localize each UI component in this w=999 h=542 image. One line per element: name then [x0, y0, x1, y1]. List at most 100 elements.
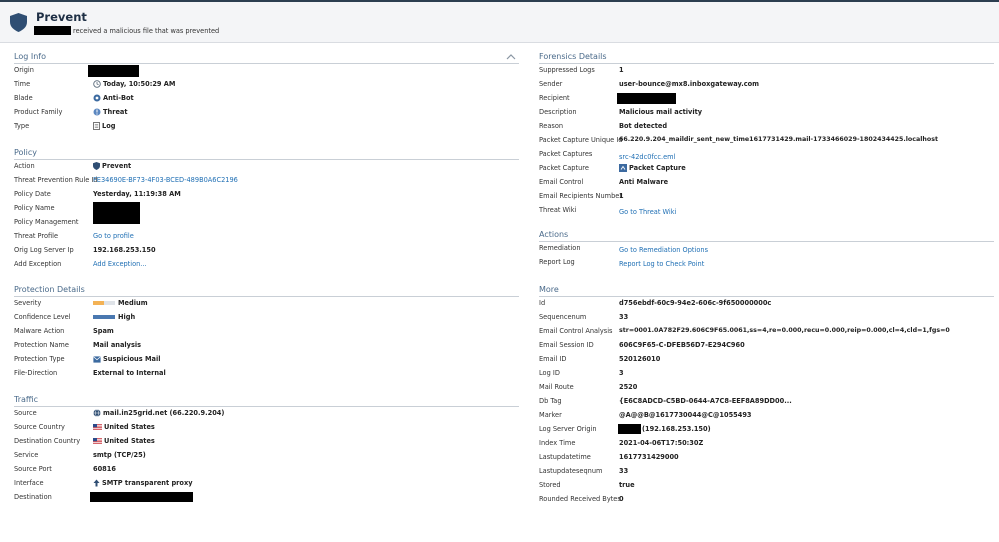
section-header[interactable]: Log Info: [14, 50, 519, 64]
field-label: Lastupdatetime: [539, 453, 591, 461]
section-actions: Actions Remediation Go to Remediation Op…: [539, 228, 994, 268]
field-label: Source: [14, 409, 37, 417]
email-id-value: 520126010: [619, 355, 661, 363]
section-header[interactable]: Forensics Details: [539, 50, 994, 64]
log-header: Prevent received a malicious file that w…: [0, 2, 999, 43]
remediation-link[interactable]: Go to Remediation Options: [619, 246, 708, 254]
description-value: Malicious mail activity: [619, 108, 703, 116]
arrow-up-icon: [93, 479, 100, 487]
row-product-family: Product Family Threat: [14, 106, 519, 118]
field-label: Lastupdateseqnum: [539, 467, 603, 475]
row-policy-management: Policy Management: [14, 216, 519, 228]
stored-value: true: [619, 481, 635, 489]
section-header[interactable]: More: [539, 283, 994, 297]
go-to-profile-link[interactable]: Go to profile: [93, 232, 134, 240]
rule-id-link[interactable]: FE34690E-BF73-4F03-BCED-489B0A6C2196: [93, 176, 238, 184]
row-report-log: Report Log Report Log to Check Point: [539, 256, 994, 268]
source-country-value: United States: [104, 423, 155, 431]
field-label: Suppressed Logs: [539, 66, 595, 74]
row-source-country: Source Country United States: [14, 421, 519, 433]
row-lastupdatetime: Lastupdatetime 1617731429000: [539, 451, 994, 463]
packet-capture-icon: [619, 164, 627, 172]
threat-wiki-link[interactable]: Go to Threat Wiki: [619, 208, 676, 216]
section-header[interactable]: Traffic: [14, 393, 519, 407]
section-header[interactable]: Policy: [14, 146, 519, 160]
row-time: Time Today, 10:50:29 AM: [14, 78, 519, 90]
clock-icon: [93, 80, 101, 88]
field-label: Threat Wiki: [539, 206, 577, 214]
confidence-bar: [93, 315, 115, 319]
row-db-tag: Db Tag {E6C8ADCD-C5BD-0644-A7C8-EEF8A89D…: [539, 395, 994, 407]
row-id: Id d756ebdf-60c9-94e2-606c-9f650000000c: [539, 297, 994, 309]
field-label: Policy Name: [14, 204, 55, 212]
row-origin: Origin: [14, 64, 519, 77]
row-protection-name: Protection Name Mail analysis: [14, 339, 519, 351]
field-label: Reason: [539, 122, 564, 130]
row-orig-log-server: Orig Log Server Ip 192.168.253.150: [14, 244, 519, 256]
chevron-up-icon[interactable]: [506, 53, 516, 60]
field-label: Sender: [539, 80, 563, 88]
row-packet-capture-unique-id: Packet Capture Unique Id 66.220.9.204_ma…: [539, 134, 994, 146]
field-label: Db Tag: [539, 397, 562, 405]
field-label: Confidence Level: [14, 313, 71, 321]
packet-captures-link[interactable]: src-42dc0fcc.eml: [619, 153, 675, 161]
row-destination: Destination: [14, 491, 519, 503]
row-email-id: Email ID 520126010: [539, 353, 994, 365]
report-log-link[interactable]: Report Log to Check Point: [619, 260, 704, 268]
sender-value: user-bounce@mx8.inboxgateway.com: [619, 80, 760, 88]
row-malware-action: Malware Action Spam: [14, 325, 519, 337]
field-value: Prevent: [93, 162, 131, 170]
section-title: Actions: [539, 230, 569, 239]
field-label: Packet Captures: [539, 150, 593, 158]
add-exception-link[interactable]: Add Exception...: [93, 260, 147, 268]
redacted-user: [34, 26, 71, 35]
section-header[interactable]: Actions: [539, 228, 994, 242]
field-label: Add Exception: [14, 260, 62, 268]
index-time-value: 2021-04-06T17:50:30Z: [619, 439, 704, 447]
field-value[interactable]: Packet Capture: [619, 164, 686, 172]
field-value: Suspicious Mail: [93, 355, 161, 363]
row-stored: Stored true: [539, 479, 994, 491]
redacted-value: [90, 492, 193, 502]
row-rule-id: Threat Prevention Rule Id FE34690E-BF73-…: [14, 174, 519, 186]
email-session-id-value: 606C9F65-C-DFEB56D7-E294C960: [619, 341, 745, 349]
field-label: Severity: [14, 299, 42, 307]
time-value: Today, 10:50:29 AM: [103, 80, 176, 88]
field-label: Rounded Received Bytes: [539, 495, 621, 503]
blade-value: Anti-Bot: [103, 94, 134, 102]
section-traffic: Traffic Source mail.in25grid.net (66.220…: [14, 393, 519, 502]
field-label: Log ID: [539, 369, 560, 377]
field-value: Threat: [93, 108, 128, 116]
id-value: d756ebdf-60c9-94e2-606c-9f650000000c: [619, 299, 772, 307]
row-suppressed-logs: Suppressed Logs 1: [539, 64, 994, 76]
row-reason: Reason Bot detected: [539, 120, 994, 132]
interface-value: SMTP transparent proxy: [102, 479, 193, 487]
field-label: Index Time: [539, 439, 576, 447]
redacted-value: [617, 93, 676, 104]
source-port-value: 60816: [93, 465, 116, 473]
email-control-analysis-value: str=0001.0A782F29.606C9F65.0061,ss=4,re=…: [619, 327, 950, 334]
mail-route-value: 2520: [619, 383, 638, 391]
row-policy-name: Policy Name: [14, 202, 519, 224]
field-label: Source Country: [14, 423, 65, 431]
row-log-id: Log ID 3: [539, 367, 994, 379]
email-control-value: Anti Malware: [619, 178, 669, 186]
field-label: Email ID: [539, 355, 567, 363]
field-label: Protection Name: [14, 341, 69, 349]
field-label: Type: [14, 122, 30, 130]
source-value: mail.in25grid.net (66.220.9.204): [103, 409, 225, 417]
row-policy-date: Policy Date Yesterday, 11:19:38 AM: [14, 188, 519, 200]
field-label: Action: [14, 162, 35, 170]
section-title: Policy: [14, 148, 38, 157]
service-value: smtp (TCP/25): [93, 451, 146, 459]
severity-bar: [93, 301, 115, 305]
field-label: Time: [14, 80, 31, 88]
section-forensics-details: Forensics Details Suppressed Logs 1 Send…: [539, 50, 994, 216]
field-label: Destination Country: [14, 437, 81, 445]
mail-icon: [93, 355, 101, 363]
row-add-exception: Add Exception Add Exception...: [14, 258, 519, 270]
field-value: Medium: [93, 299, 148, 307]
section-header[interactable]: Protection Details: [14, 283, 519, 297]
reason-value: Bot detected: [619, 122, 668, 130]
field-label: Stored: [539, 481, 561, 489]
